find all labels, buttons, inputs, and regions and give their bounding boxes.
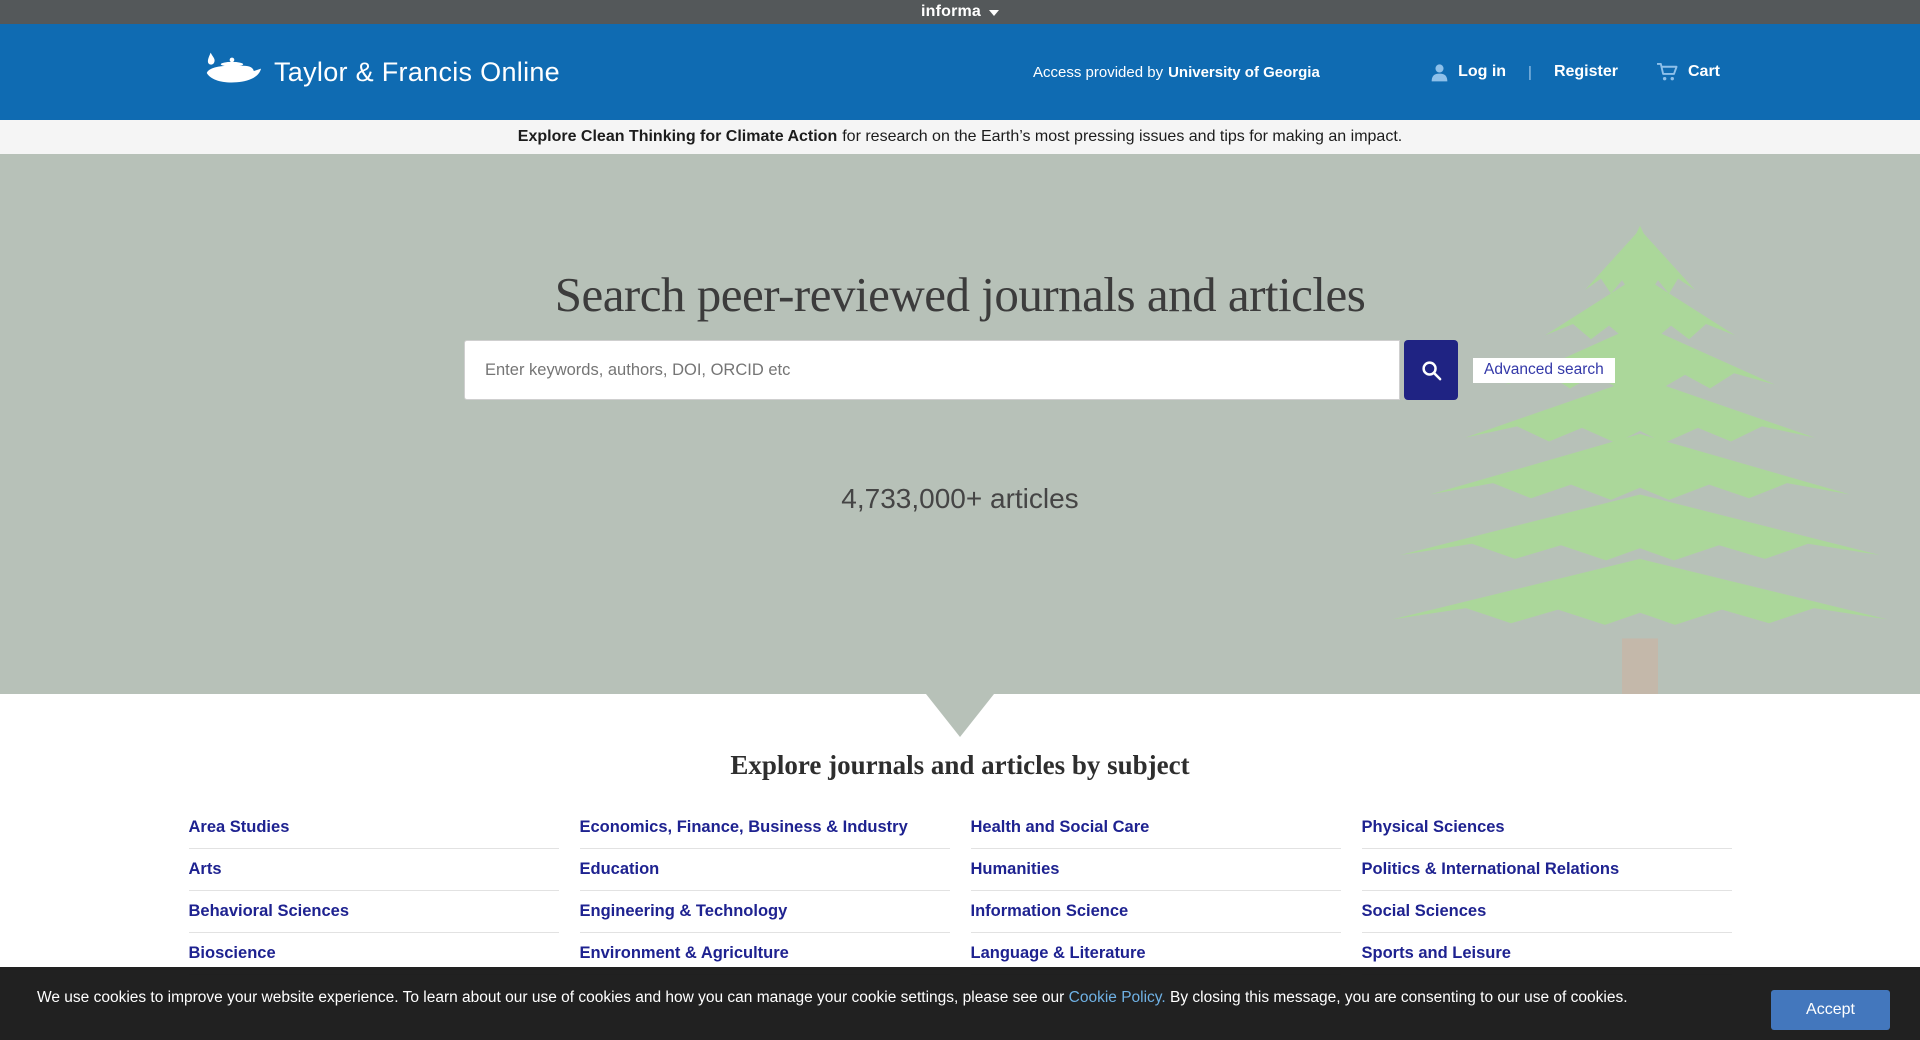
list-item: Behavioral Sciences [189, 902, 559, 933]
subject-link-sports-and-leisure[interactable]: Sports and Leisure [1362, 944, 1511, 962]
advanced-search-link[interactable]: Advanced search [1473, 358, 1615, 383]
cookie-text-after: By closing this message, you are consent… [1166, 989, 1628, 1006]
register-button[interactable]: Register [1554, 63, 1618, 81]
search-button[interactable] [1404, 340, 1458, 400]
subject-link-politics-international-relations[interactable]: Politics & International Relations [1362, 860, 1620, 878]
informa-brand-link[interactable]: informa [921, 3, 999, 21]
access-institution: University of Georgia [1168, 64, 1320, 81]
person-icon [1430, 63, 1449, 82]
caret-down-icon [989, 10, 999, 16]
subject-link-behavioral-sciences[interactable]: Behavioral Sciences [189, 902, 350, 920]
list-item: Area Studies [189, 818, 559, 849]
informa-logo[interactable]: informa [921, 3, 981, 21]
list-item: Engineering & Technology [580, 902, 950, 933]
subject-column-2: Economics, Finance, Business & Industry … [580, 818, 950, 986]
subject-column-4: Physical Sciences Politics & Internation… [1362, 818, 1732, 986]
access-provided-by: Access provided by University of Georgia [1033, 24, 1320, 120]
article-count: 4,733,000+ articles [0, 483, 1920, 515]
page: informa Taylor & Francis Online Access p… [0, 0, 1920, 1040]
announcement-link[interactable]: Explore Clean Thinking for Climate Actio… [518, 128, 837, 146]
cart-label: Cart [1688, 63, 1720, 81]
cookie-message: We use cookies to improve your website e… [37, 989, 1727, 1007]
announcement-bar: Explore Clean Thinking for Climate Actio… [0, 120, 1920, 154]
magnifier-icon [1420, 359, 1443, 382]
cookie-banner: We use cookies to improve your website e… [0, 967, 1920, 1040]
subject-link-environment-agriculture[interactable]: Environment & Agriculture [580, 944, 789, 962]
list-item: Humanities [971, 860, 1341, 891]
subject-link-physical-sciences[interactable]: Physical Sciences [1362, 818, 1505, 836]
login-label: Log in [1458, 63, 1506, 81]
subject-grid: Area Studies Arts Behavioral Sciences Bi… [189, 818, 1732, 986]
list-item: Education [580, 860, 950, 891]
hero-section: Search peer-reviewed journals and articl… [0, 154, 1920, 694]
subject-column-3: Health and Social Care Humanities Inform… [971, 818, 1341, 986]
subject-link-arts[interactable]: Arts [189, 860, 222, 878]
list-item: Politics & International Relations [1362, 860, 1732, 891]
login-button[interactable]: Log in [1430, 63, 1506, 82]
subjects-section: Explore journals and articles by subject… [0, 694, 1920, 986]
list-item: Economics, Finance, Business & Industry [580, 818, 950, 849]
header-separator: | [1528, 64, 1532, 81]
list-item: Arts [189, 860, 559, 891]
logo-wordmark: Taylor & Francis Online [274, 57, 560, 88]
subject-link-information-science[interactable]: Information Science [971, 902, 1129, 920]
hero-notch-decoration [926, 694, 994, 737]
hero-title: Search peer-reviewed journals and articl… [0, 266, 1920, 323]
cart-button[interactable]: Cart [1656, 62, 1720, 82]
subject-link-economics-finance-business-industry[interactable]: Economics, Finance, Business & Industry [580, 818, 908, 836]
header-actions: Log in | Register Cart [1430, 24, 1720, 120]
site-header: Taylor & Francis Online Access provided … [0, 24, 1920, 120]
subject-link-humanities[interactable]: Humanities [971, 860, 1060, 878]
taylor-francis-logo[interactable]: Taylor & Francis Online [200, 24, 560, 120]
informa-top-bar: informa [0, 0, 1920, 24]
subject-link-engineering-technology[interactable]: Engineering & Technology [580, 902, 788, 920]
search-input[interactable] [464, 340, 1400, 400]
list-item: Social Sciences [1362, 902, 1732, 933]
list-item: Information Science [971, 902, 1341, 933]
cart-icon [1656, 62, 1679, 82]
subject-link-bioscience[interactable]: Bioscience [189, 944, 276, 962]
cookie-text-before: We use cookies to improve your website e… [37, 989, 1069, 1006]
subject-column-1: Area Studies Arts Behavioral Sciences Bi… [189, 818, 559, 986]
oil-lamp-icon [200, 50, 262, 94]
cookie-policy-link[interactable]: Cookie Policy. [1069, 989, 1166, 1006]
subject-link-health-and-social-care[interactable]: Health and Social Care [971, 818, 1150, 836]
register-label: Register [1554, 63, 1618, 81]
announcement-text: for research on the Earth’s most pressin… [842, 128, 1402, 146]
subject-link-language-literature[interactable]: Language & Literature [971, 944, 1146, 962]
subject-link-area-studies[interactable]: Area Studies [189, 818, 290, 836]
subjects-title: Explore journals and articles by subject [0, 750, 1920, 781]
list-item: Health and Social Care [971, 818, 1341, 849]
subject-link-education[interactable]: Education [580, 860, 660, 878]
accept-cookies-button[interactable]: Accept [1771, 990, 1890, 1030]
subject-link-social-sciences[interactable]: Social Sciences [1362, 902, 1487, 920]
hero-background [0, 154, 1920, 694]
access-prefix: Access provided by [1033, 64, 1163, 81]
list-item: Physical Sciences [1362, 818, 1732, 849]
